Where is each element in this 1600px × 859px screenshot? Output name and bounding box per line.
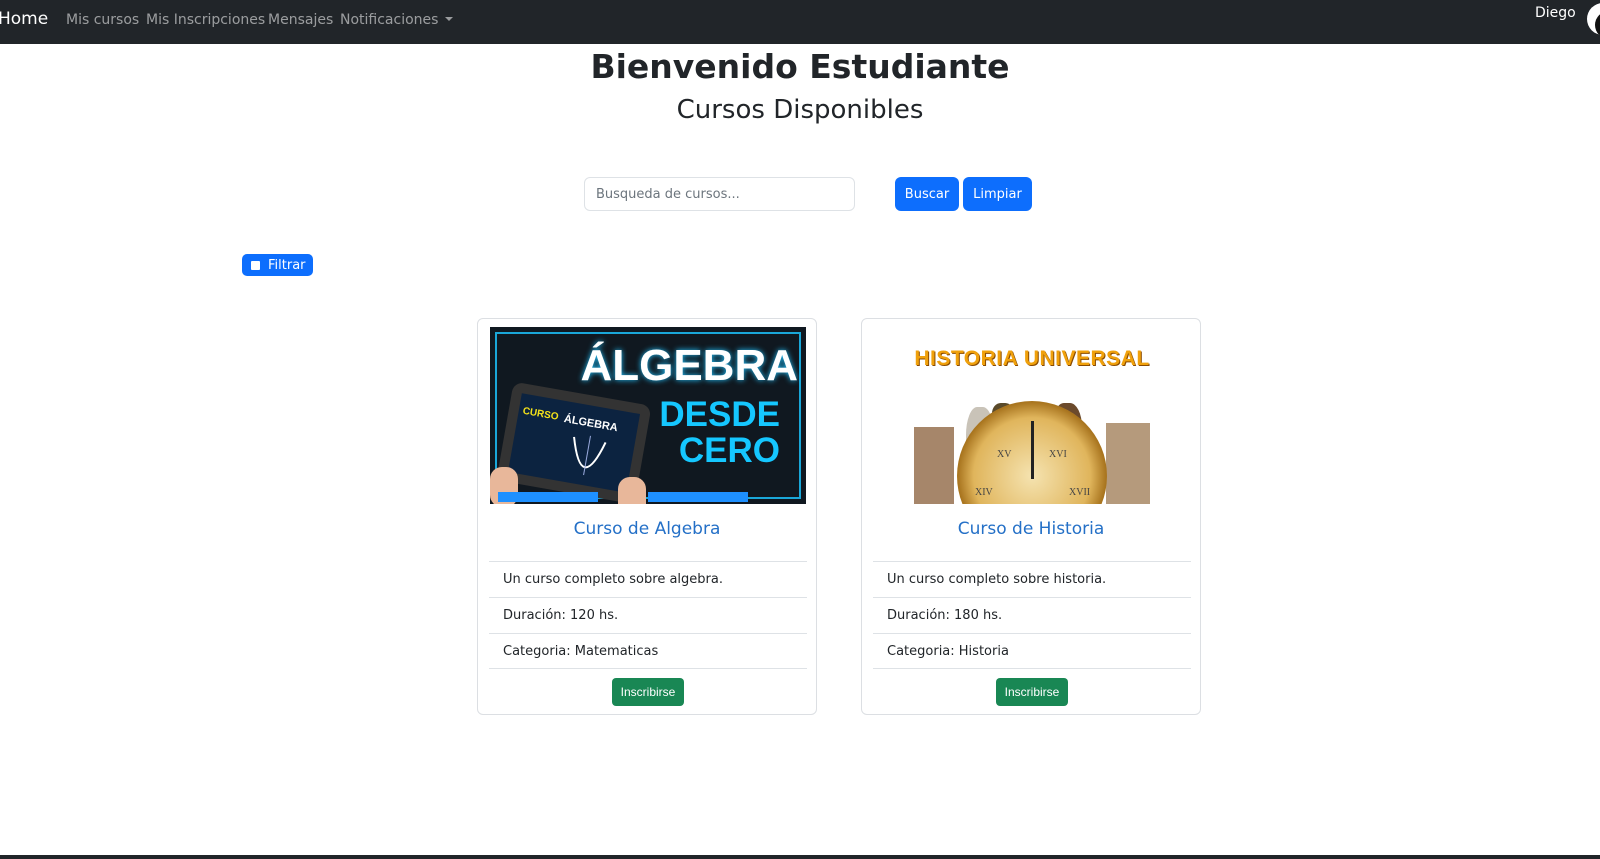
course-title[interactable]: Curso de Algebra [478,519,816,539]
course-image-historia: HISTORIA UNIVERSAL XV XVI XIV XVII [874,327,1190,504]
course-card-historia: HISTORIA UNIVERSAL XV XVI XIV XVII Curso… [861,318,1201,715]
image-text-desde: DESDE [659,395,780,434]
course-duration: Duración: 120 hs. [489,597,807,633]
page-title: Bienvenido Estudiante [590,47,1010,86]
image-text-algebra: ÁLGEBRA [580,341,798,390]
enroll-button-algebra[interactable]: Inscribirse [612,678,684,706]
nav-mis-inscripciones[interactable]: Mis Inscripciones [146,12,265,28]
filter-label: Filtrar [268,257,306,273]
course-category: Categoria: Matematicas [489,633,807,669]
image-text-xvii: XVII [1069,487,1091,498]
footer-bar [0,855,1600,859]
nav-notificaciones-dropdown[interactable]: Notificaciones [340,12,454,28]
course-title[interactable]: Curso de Historia [862,519,1200,539]
image-text-xiv: XIV [975,487,993,498]
checkbox-icon [251,260,260,270]
course-image-algebra: CURSO ÁLGEBRA ÁLGEBRA DESDE CERO [490,327,806,504]
image-text-cero: CERO [678,431,780,470]
course-description: Un curso completo sobre historia. [873,561,1191,597]
image-text-desde-cero: DESDE CERO [620,397,780,469]
image-text-historia-universal: HISTORIA UNIVERSAL [914,347,1150,370]
avatar[interactable] [1587,3,1600,35]
enroll-button-historia[interactable]: Inscribirse [996,678,1068,706]
caret-down-icon [445,17,454,21]
image-text-curso: CURSO [521,405,560,423]
image-text-algebra-small: ÁLGEBRA [562,412,619,435]
course-category: Categoria: Historia [873,633,1191,669]
section-title: Cursos Disponibles [676,95,924,125]
search-input[interactable] [584,177,855,211]
parabola-icon [573,435,607,476]
nav-mensajes[interactable]: Mensajes [268,12,333,28]
clear-button[interactable]: Limpiar [963,177,1032,211]
user-name[interactable]: Diego [1535,5,1576,21]
nav-notificaciones-label: Notificaciones [340,12,439,28]
course-duration: Duración: 180 hs. [873,597,1191,633]
nav-mis-cursos[interactable]: Mis cursos [66,12,139,28]
search-button[interactable]: Buscar [895,177,959,211]
image-text-xv: XV [997,449,1012,460]
image-text-xvi: XVI [1049,449,1067,460]
top-navbar: Home Mis cursos Mis Inscripciones Mensaj… [0,0,1600,44]
course-description: Un curso completo sobre algebra. [489,561,807,597]
brand-home-link[interactable]: Home [0,9,48,29]
filter-toggle-button[interactable]: Filtrar [242,254,313,276]
course-card-algebra: CURSO ÁLGEBRA ÁLGEBRA DESDE CERO Curso d… [477,318,817,715]
